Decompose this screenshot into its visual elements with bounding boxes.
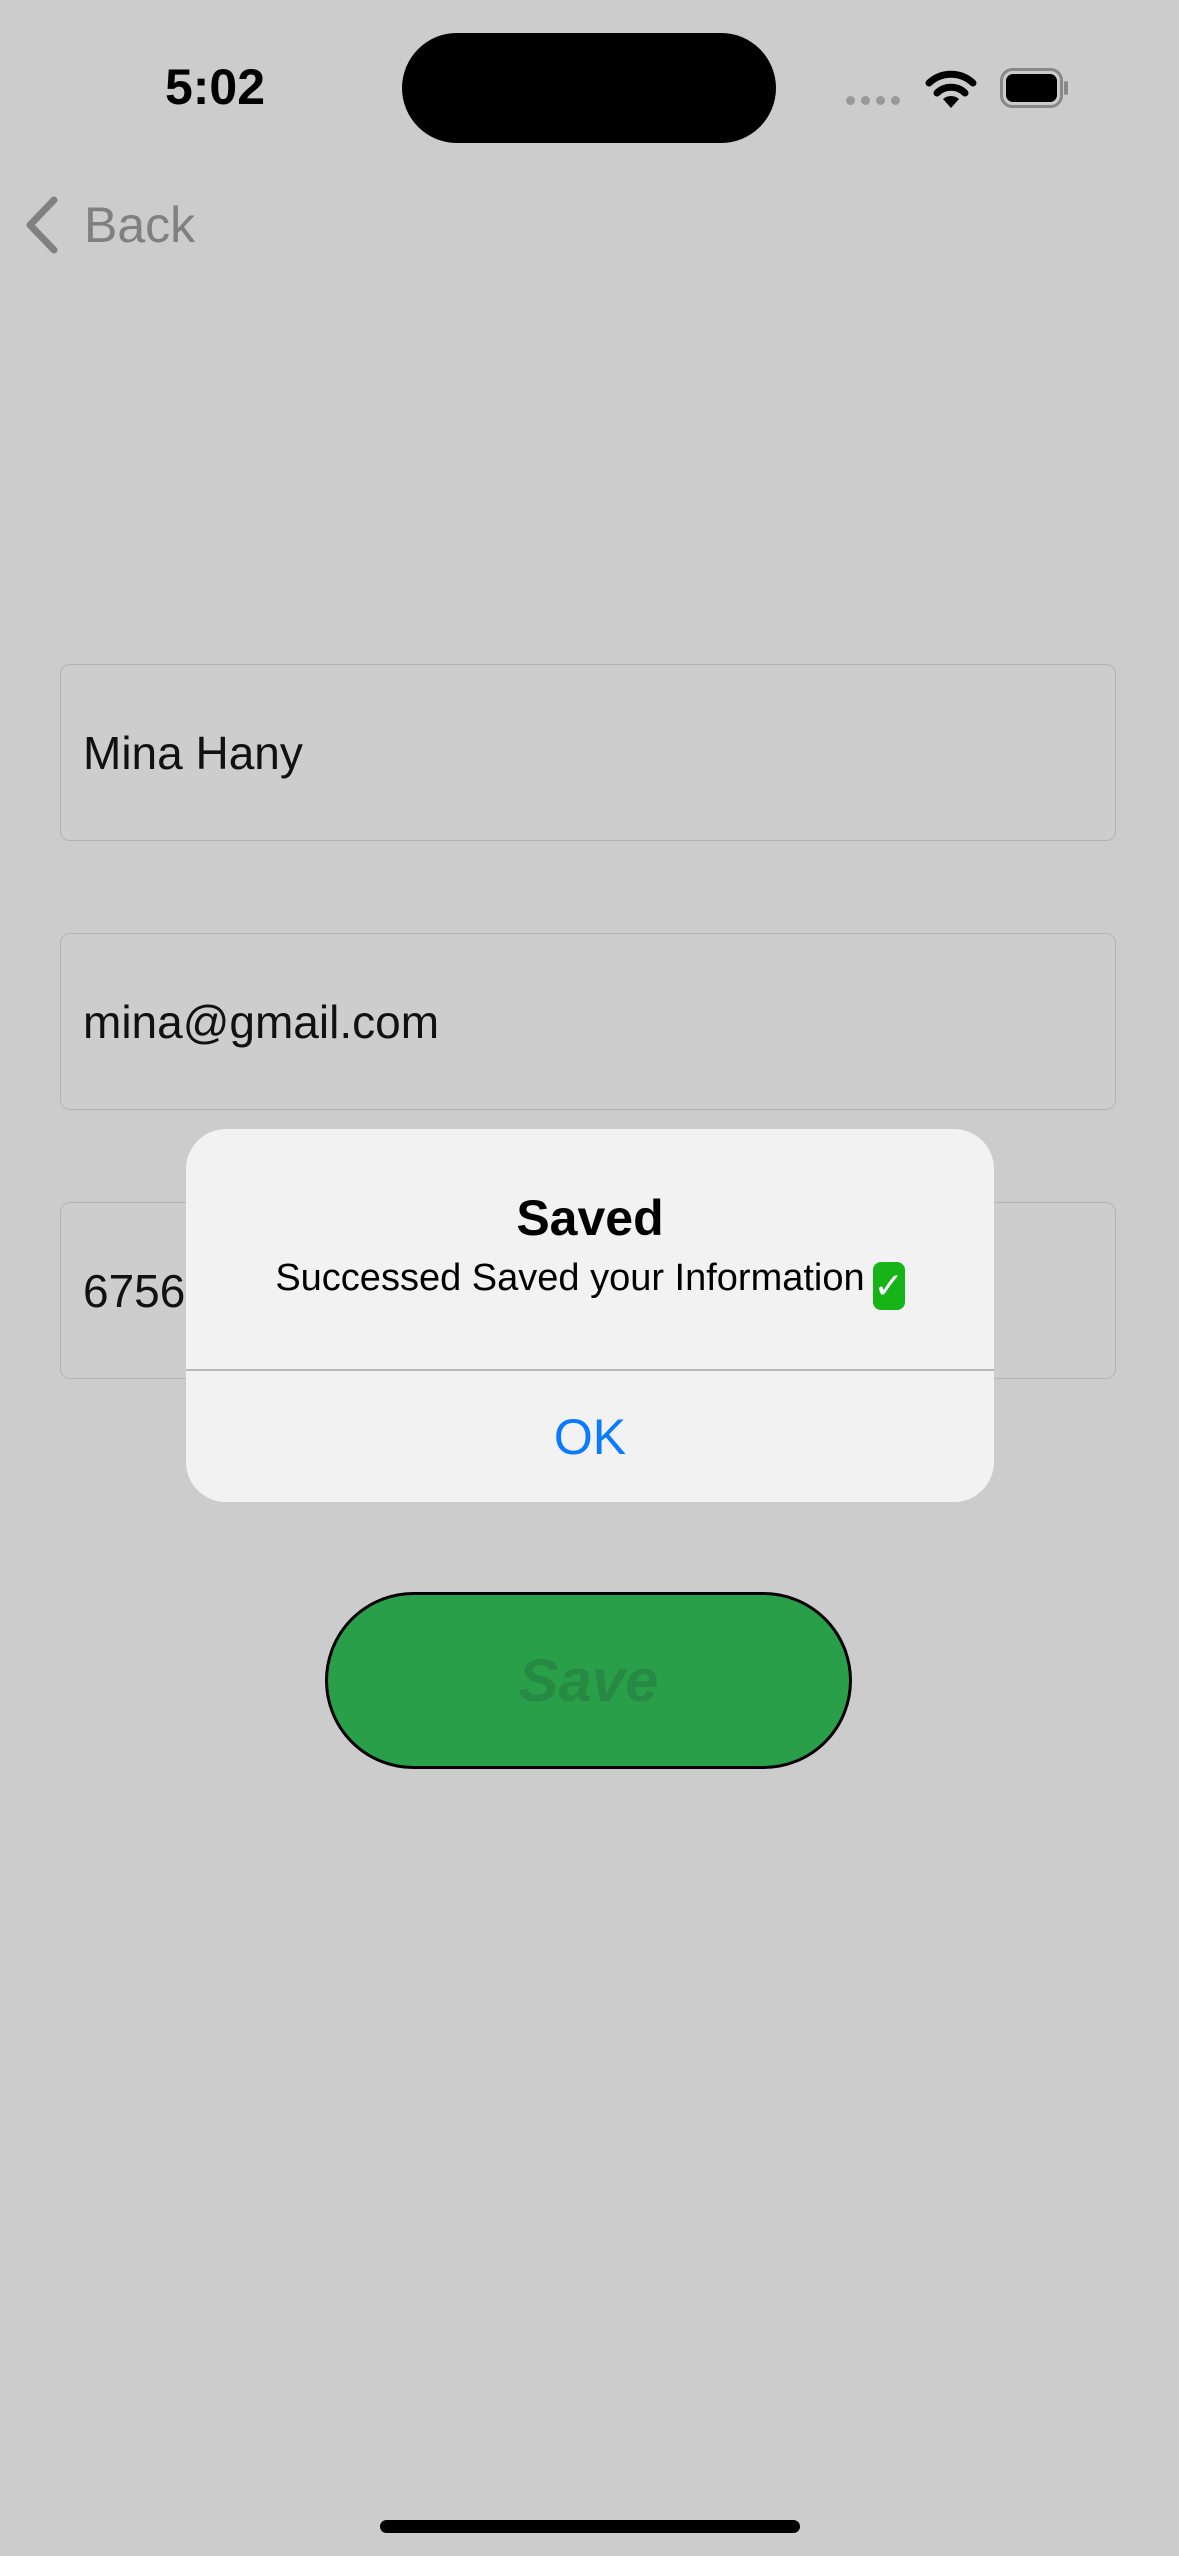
battery-icon (1000, 68, 1068, 108)
check-mark-icon: ✓ (872, 1262, 905, 1310)
ok-button[interactable]: OK (186, 1371, 994, 1502)
email-field[interactable]: mina@gmail.com (60, 933, 1116, 1110)
alert-title: Saved (516, 1190, 664, 1246)
back-label: Back (84, 197, 196, 253)
saved-alert: Saved Successed Saved your Information ✓ … (186, 1129, 994, 1502)
name-field[interactable]: Mina Hany (60, 664, 1116, 841)
chevron-left-icon (26, 196, 58, 254)
home-indicator[interactable] (380, 2520, 800, 2533)
alert-message-text: Successed Saved your Information (275, 1257, 865, 1299)
wifi-icon (925, 70, 977, 108)
alert-message: Successed Saved your Information ✓ (186, 1257, 994, 1310)
dynamic-island (402, 33, 776, 143)
signal-icon (846, 96, 900, 105)
status-time: 5:02 (164, 59, 266, 115)
save-button[interactable]: Save (325, 1592, 852, 1769)
back-button[interactable]: Back (24, 196, 195, 254)
